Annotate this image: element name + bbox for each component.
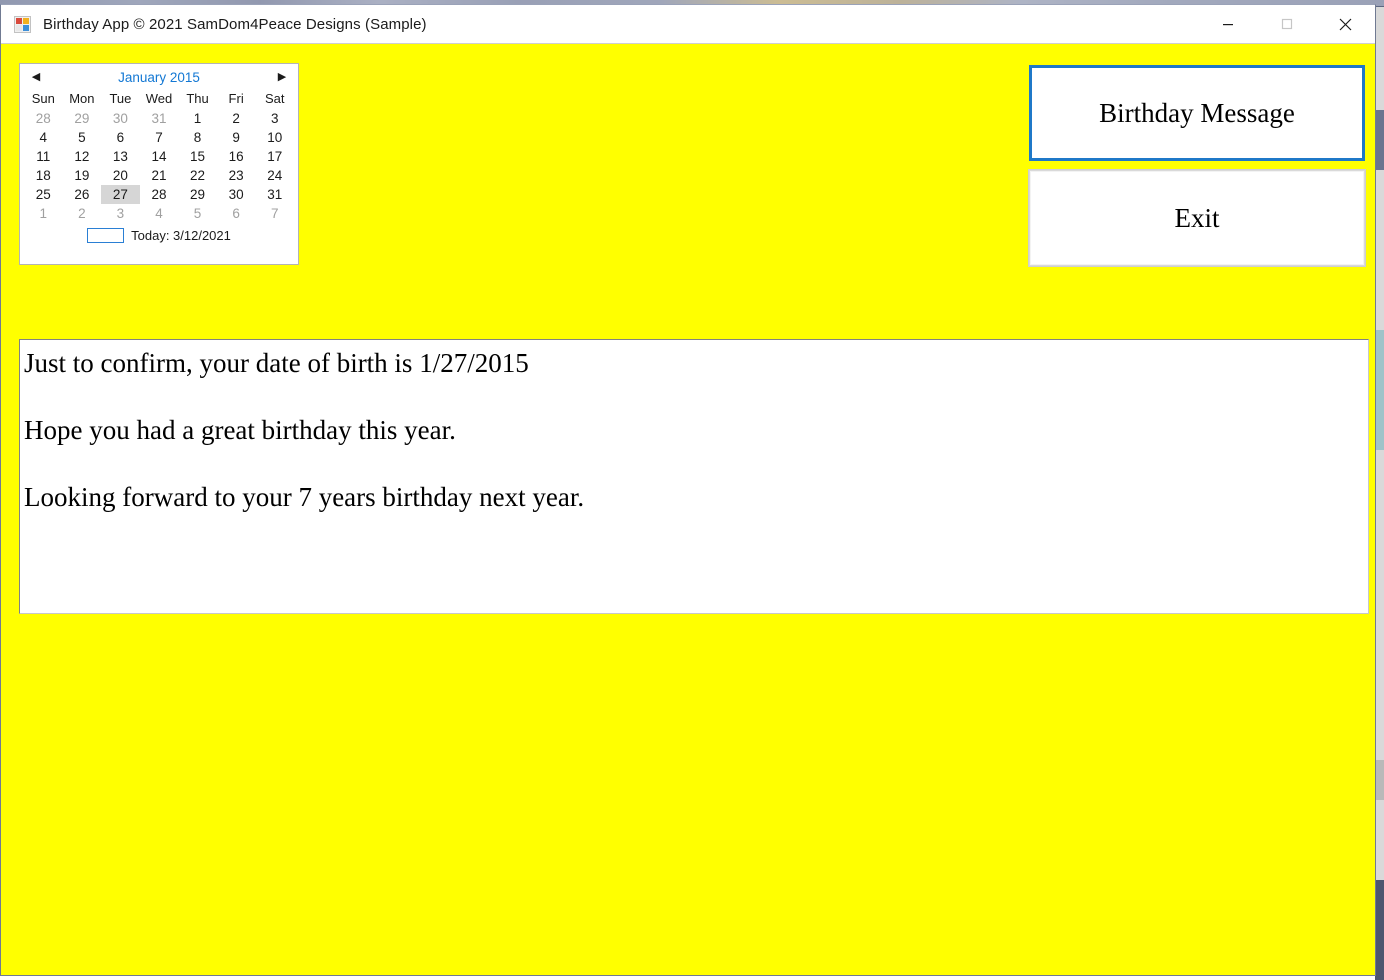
close-button[interactable] <box>1316 5 1375 43</box>
calendar-day-name-thu: Thu <box>186 91 209 106</box>
calendar-day[interactable]: 30 <box>217 185 256 204</box>
calendar-day[interactable]: 15 <box>178 147 217 166</box>
calendar-day-name-sun: Sun <box>31 91 55 106</box>
calendar-day[interactable]: 20 <box>101 166 140 185</box>
calendar-day[interactable]: 28 <box>140 185 179 204</box>
birthday-message-button[interactable]: Birthday Message <box>1029 65 1365 161</box>
calendar-day[interactable]: 6 <box>217 204 256 223</box>
window-controls <box>1198 5 1375 43</box>
calendar-day-name-fri: Fri <box>228 91 244 106</box>
calendar-day[interactable]: 28 <box>24 109 63 128</box>
calendar-day[interactable]: 16 <box>217 147 256 166</box>
calendar-day[interactable]: 1 <box>178 109 217 128</box>
calendar-day[interactable]: 13 <box>101 147 140 166</box>
calendar-day[interactable]: 9 <box>217 128 256 147</box>
minimize-icon <box>1222 24 1233 26</box>
message-line-3: Looking forward to your 7 years birthday… <box>24 482 585 512</box>
calendar-day[interactable]: 8 <box>178 128 217 147</box>
exit-button[interactable]: Exit <box>1029 170 1365 266</box>
month-calendar[interactable]: ◀ January 2015 ▶ Sun Mon Tue Wed Thu Fri Sat 2… <box>19 63 299 265</box>
calendar-footer[interactable]: Today: 3/12/2021 <box>20 226 298 245</box>
calendar-day[interactable]: 23 <box>217 166 256 185</box>
background-sliver-band-2 <box>1375 330 1384 450</box>
calendar-title[interactable]: January 2015 <box>44 70 274 85</box>
calendar-day[interactable]: 17 <box>255 147 294 166</box>
birthday-app-window: Birthday App © 2021 SamDom4Peace Designs… <box>0 4 1376 976</box>
calendar-day[interactable]: 29 <box>178 185 217 204</box>
calendar-day[interactable]: 22 <box>178 166 217 185</box>
calendar-day[interactable]: 11 <box>24 147 63 166</box>
calendar-day-grid[interactable]: 28 29 30 31 1 2 3 4 5 6 7 8 9 10 11 12 13 14 15 16 17 18 19 20 2… <box>20 109 298 223</box>
calendar-day[interactable]: 7 <box>140 128 179 147</box>
calendar-today-label: Today: 3/12/2021 <box>131 228 231 243</box>
calendar-day[interactable]: 25 <box>24 185 63 204</box>
window-title: Birthday App © 2021 SamDom4Peace Designs… <box>43 15 427 33</box>
calendar-day[interactable]: 10 <box>255 128 294 147</box>
calendar-day[interactable]: 29 <box>63 109 102 128</box>
calendar-day[interactable]: 5 <box>63 128 102 147</box>
calendar-day-selected[interactable]: 27 <box>101 185 140 204</box>
calendar-day[interactable]: 19 <box>63 166 102 185</box>
calendar-day[interactable]: 2 <box>217 109 256 128</box>
calendar-day[interactable]: 4 <box>140 204 179 223</box>
calendar-day[interactable]: 12 <box>63 147 102 166</box>
calendar-next-month-arrow-icon[interactable]: ▶ <box>274 68 290 86</box>
calendar-day[interactable]: 30 <box>101 109 140 128</box>
title-bar[interactable]: Birthday App © 2021 SamDom4Peace Designs… <box>1 5 1375 44</box>
calendar-prev-month-arrow-icon[interactable]: ◀ <box>28 68 44 86</box>
form-client-area: ◀ January 2015 ▶ Sun Mon Tue Wed Thu Fri Sat 2… <box>1 44 1375 975</box>
maximize-icon <box>1281 18 1292 30</box>
background-sliver-band-1 <box>1375 110 1384 170</box>
close-icon <box>1339 18 1352 30</box>
calendar-day[interactable]: 31 <box>255 185 294 204</box>
calendar-day[interactable]: 14 <box>140 147 179 166</box>
calendar-day[interactable]: 3 <box>101 204 140 223</box>
calendar-day[interactable]: 5 <box>178 204 217 223</box>
calendar-day[interactable]: 4 <box>24 128 63 147</box>
message-line-1: Just to confirm, your date of birth is 1… <box>24 348 529 378</box>
message-blank-2 <box>24 451 1368 484</box>
calendar-day[interactable]: 1 <box>24 204 63 223</box>
background-sliver-band-4 <box>1375 880 1384 980</box>
calendar-day[interactable]: 31 <box>140 109 179 128</box>
maximize-button[interactable] <box>1257 5 1316 43</box>
calendar-day-name-mon: Mon <box>69 91 95 106</box>
calendar-day[interactable]: 6 <box>101 128 140 147</box>
calendar-day-name-tue: Tue <box>109 91 132 106</box>
message-line-2: Hope you had a great birthday this year. <box>24 415 456 445</box>
background-sliver-band-3 <box>1375 760 1384 800</box>
calendar-day[interactable]: 3 <box>255 109 294 128</box>
today-swatch-icon <box>87 228 125 243</box>
calendar-day[interactable]: 2 <box>63 204 102 223</box>
calendar-day[interactable]: 21 <box>140 166 179 185</box>
calendar-header: ◀ January 2015 ▶ <box>20 64 298 90</box>
calendar-day-names: Sun Mon Tue Wed Thu Fri Sat <box>20 89 298 108</box>
calendar-day-name-wed: Wed <box>145 91 173 106</box>
minimize-button[interactable] <box>1198 5 1257 43</box>
calendar-day[interactable]: 26 <box>63 185 102 204</box>
message-blank-1 <box>24 384 1368 417</box>
winforms-app-icon <box>14 15 31 33</box>
message-textbox[interactable]: Just to confirm, your date of birth is 1… <box>19 339 1369 614</box>
calendar-day[interactable]: 7 <box>255 204 294 223</box>
calendar-day[interactable]: 18 <box>24 166 63 185</box>
calendar-day[interactable]: 24 <box>255 166 294 185</box>
calendar-day-name-sat: Sat <box>264 91 285 106</box>
